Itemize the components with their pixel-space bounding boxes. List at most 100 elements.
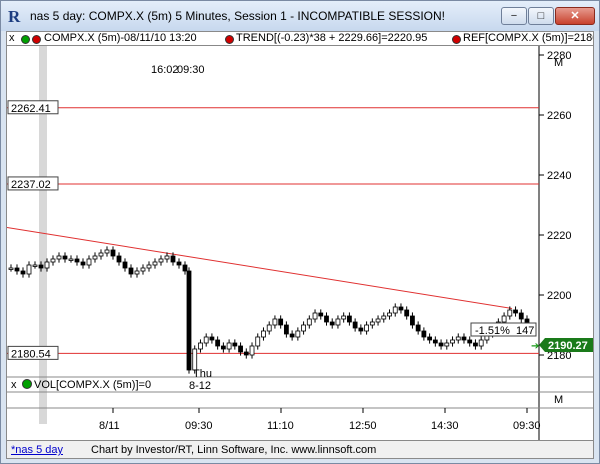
candle-body bbox=[232, 342, 238, 347]
candle-body bbox=[324, 315, 329, 323]
time-label: 11:10 bbox=[267, 420, 294, 432]
price-tick-label: 2200 bbox=[547, 290, 571, 302]
time-label: 8/11 bbox=[99, 420, 120, 432]
level-label: 2262.41 bbox=[11, 103, 51, 115]
candle-body bbox=[358, 327, 364, 332]
candle-body bbox=[272, 318, 278, 326]
volume-legend: VOL[COMPX.X (5m)]=0 bbox=[34, 379, 151, 391]
candle-body bbox=[381, 315, 387, 320]
candle-body bbox=[62, 255, 68, 260]
candle-body bbox=[352, 321, 358, 329]
price-tick-label: 2240 bbox=[547, 170, 571, 182]
candle-body bbox=[266, 324, 272, 332]
candle-body bbox=[478, 339, 484, 347]
candle-body bbox=[306, 318, 312, 326]
candle-body bbox=[421, 330, 427, 338]
time-label: 09:30 bbox=[185, 420, 213, 432]
candle-body bbox=[32, 264, 38, 267]
pct-annotation-value: 147 bbox=[516, 325, 534, 337]
time-label: 12:50 bbox=[349, 420, 377, 432]
candle-body bbox=[220, 345, 226, 350]
candle-body bbox=[110, 249, 116, 257]
candle-body bbox=[398, 306, 404, 311]
minimize-button[interactable]: − bbox=[501, 7, 527, 25]
candle-body bbox=[243, 351, 249, 356]
candle-body bbox=[415, 324, 421, 332]
candle-body bbox=[14, 267, 20, 272]
candle-body bbox=[301, 324, 306, 332]
legend-close-icon[interactable]: x bbox=[9, 32, 15, 44]
price-tick-label: 2220 bbox=[547, 230, 571, 242]
candle-body bbox=[203, 336, 209, 344]
legend-dot-red[interactable] bbox=[32, 35, 41, 44]
app-window: R nas 5 day: COMPX.X (5m) 5 Minutes, Ses… bbox=[0, 0, 600, 464]
maximize-button[interactable]: □ bbox=[528, 7, 554, 25]
candle-body bbox=[186, 270, 192, 371]
candle-body bbox=[261, 330, 266, 338]
candle-body bbox=[295, 330, 301, 338]
legend-dot-green[interactable] bbox=[21, 35, 30, 44]
candle-body bbox=[501, 315, 507, 323]
legend-trend: TREND[(-0.23)*38 + 2229.66]=2220.95 bbox=[236, 32, 428, 44]
legend-price: COMPX.X (5m)-08/11/10 13:20 bbox=[44, 32, 197, 44]
price-ticks: 228022602240222022002180 bbox=[539, 50, 571, 362]
candlesticks bbox=[8, 246, 530, 374]
price-axis-marker[interactable]: M bbox=[554, 57, 563, 69]
candle-body bbox=[438, 342, 444, 347]
close-button[interactable]: ✕ bbox=[555, 7, 595, 25]
candle-body bbox=[513, 309, 518, 314]
candle-body bbox=[341, 315, 347, 320]
candle-body bbox=[176, 261, 182, 266]
candle-body bbox=[56, 255, 62, 260]
candle-body bbox=[364, 324, 369, 332]
legend-dot-ref[interactable] bbox=[452, 35, 461, 44]
candle-body bbox=[20, 270, 26, 275]
chart-window: x COMPX.X (5m)-08/11/10 13:20 TREND[(-0.… bbox=[6, 31, 594, 459]
price-tick-label: 2260 bbox=[547, 110, 571, 122]
time-label: 09:30 bbox=[513, 420, 541, 432]
candle-body bbox=[80, 261, 86, 266]
time-label: 14:30 bbox=[431, 420, 459, 432]
candle-body bbox=[375, 318, 381, 323]
chart-page-tab[interactable]: *nas 5 day bbox=[11, 444, 63, 456]
candle-body bbox=[255, 336, 261, 347]
volume-axis-marker[interactable]: M bbox=[554, 394, 563, 406]
volume-close-icon[interactable]: x bbox=[11, 379, 17, 391]
candle-body bbox=[215, 339, 221, 347]
candle-body bbox=[116, 255, 122, 263]
candle-body bbox=[38, 264, 44, 269]
volume-dot[interactable] bbox=[22, 379, 32, 389]
candle-body bbox=[152, 261, 158, 266]
candle-body bbox=[128, 267, 134, 275]
level-label: 2237.02 bbox=[11, 179, 51, 191]
candle-body bbox=[432, 339, 438, 344]
candle-body bbox=[518, 312, 524, 320]
candle-body bbox=[427, 336, 433, 341]
candle-body bbox=[226, 342, 232, 350]
candle-body bbox=[278, 318, 284, 326]
credit-text: Chart by Investor/RT, Linn Software, Inc… bbox=[91, 444, 377, 456]
legend-bar: x COMPX.X (5m)-08/11/10 13:20 TREND[(-0.… bbox=[7, 32, 593, 46]
price-chart[interactable]: 16:02 09:30 2262.412237.022180.54 228022… bbox=[7, 46, 593, 440]
candle-body bbox=[444, 342, 450, 347]
legend-dot-trend[interactable] bbox=[225, 35, 234, 44]
candle-body bbox=[335, 318, 341, 326]
candle-body bbox=[387, 312, 392, 317]
candle-body bbox=[8, 267, 14, 270]
candle-body bbox=[318, 312, 324, 317]
last-price-arrow-icon: ➔ bbox=[531, 341, 539, 352]
candle-body bbox=[146, 264, 152, 269]
time-axis: 8/11 09:30 11:10 12:50 14:30 09:30 bbox=[99, 408, 541, 432]
candle-body bbox=[182, 264, 188, 272]
candle-body bbox=[410, 315, 415, 326]
candle-body bbox=[140, 267, 146, 272]
candle-body bbox=[164, 255, 170, 260]
candle-body bbox=[347, 315, 352, 323]
minimize-icon: − bbox=[510, 10, 518, 22]
title-bar[interactable]: R nas 5 day: COMPX.X (5m) 5 Minutes, Ses… bbox=[1, 1, 599, 31]
candle-body bbox=[74, 258, 80, 263]
candle-body bbox=[289, 333, 295, 338]
close-icon: ✕ bbox=[570, 10, 580, 22]
candle-body bbox=[92, 255, 98, 260]
candle-body bbox=[44, 261, 50, 269]
